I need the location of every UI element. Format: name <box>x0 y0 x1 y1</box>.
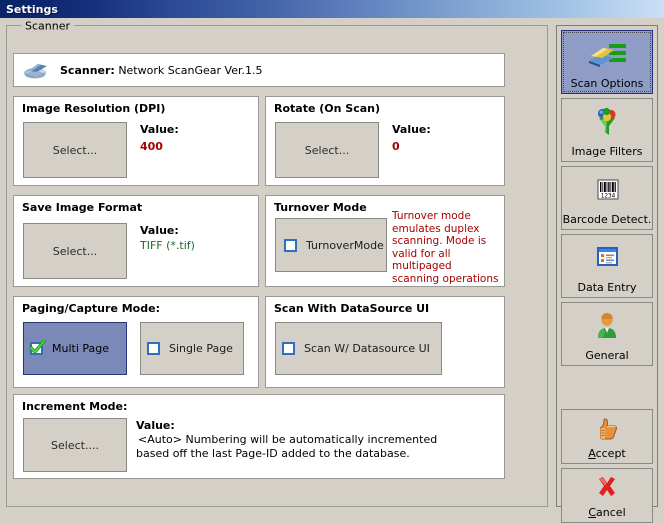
increment-mode-title: Increment Mode: <box>22 400 128 413</box>
paging-mode-option-multi-page[interactable]: Multi Page <box>23 322 127 375</box>
cancel-accel: C <box>588 506 597 519</box>
rotate-on-scan-value: 0 <box>392 140 400 153</box>
cancel-rest: ancel <box>596 506 626 519</box>
scanner-banner-label: Scanner: <box>60 63 115 77</box>
save-image-format-select-button[interactable]: Select... <box>23 223 127 279</box>
accept-button-label: Accept <box>588 447 626 460</box>
scanner-groupbox-legend: Scanner <box>21 19 75 33</box>
scan-with-datasource-ui-title: Scan With DataSource UI <box>274 302 430 315</box>
sidebar-item-image-filters[interactable]: Image Filters <box>561 98 653 162</box>
card-save-image-format: Save Image Format Select... Value: TIFF … <box>13 195 259 287</box>
rotate-on-scan-value-label: Value: <box>392 123 431 136</box>
sidebar-item-data-entry-label: Data Entry <box>577 281 637 294</box>
sidebar-item-scan-options[interactable]: Scan Options <box>561 30 653 94</box>
card-increment-mode: Increment Mode: Select.... Value: <Auto>… <box>13 394 505 479</box>
scanner-icon <box>22 60 50 80</box>
sidebar-item-barcode-detect-label: Barcode Detect. <box>562 213 652 226</box>
sidebar-item-barcode-detect[interactable]: 1234 Barcode Detect. <box>561 166 653 230</box>
sidebar-item-scan-options-label: Scan Options <box>570 77 644 90</box>
scan-options-icon <box>562 31 652 77</box>
scan-with-datasource-ui-checkbox-pad[interactable]: Scan W/ Datasource UI <box>275 322 442 375</box>
scanner-banner-text: Scanner: Network ScanGear Ver.1.5 <box>60 64 262 77</box>
single-page-checkbox[interactable] <box>147 342 160 355</box>
card-turnover-mode: Turnover Mode TurnoverMode Turnover mode… <box>265 195 505 287</box>
scan-with-datasource-ui-checkbox[interactable] <box>282 342 295 355</box>
increment-mode-value-label: Value: <box>136 419 175 432</box>
workspace: Scanner Scanner: Network ScanGear Ver.1.… <box>0 18 664 523</box>
turnover-mode-checkbox[interactable] <box>284 238 297 252</box>
save-image-format-title: Save Image Format <box>22 201 143 214</box>
turnover-mode-checkbox-label: TurnoverMode <box>306 238 384 252</box>
accept-rest: ccept <box>595 447 626 460</box>
accept-accel: A <box>588 447 596 460</box>
window-titlebar: Settings <box>0 0 664 18</box>
turnover-mode-note: Turnover mode emulates duplex scanning. … <box>392 210 499 285</box>
image-resolution-value-label: Value: <box>140 123 179 136</box>
paging-capture-mode-title: Paging/Capture Mode: <box>22 302 160 315</box>
sidebar: Scan Options Image Filters 1234 Barcode … <box>556 25 658 523</box>
sidebar-item-general-label: General <box>585 349 629 362</box>
accept-button[interactable]: Accept <box>561 409 653 464</box>
image-resolution-title: Image Resolution (DPI) <box>22 102 166 115</box>
window-title: Settings <box>6 2 58 16</box>
multi-page-checkbox[interactable] <box>29 340 46 355</box>
paging-mode-option-single-page[interactable]: Single Page <box>140 322 244 375</box>
rotate-on-scan-title: Rotate (On Scan) <box>274 102 381 115</box>
svg-text:1234: 1234 <box>601 193 616 200</box>
form-list-icon <box>562 235 652 281</box>
save-image-format-value: TIFF (*.tif) <box>140 239 195 252</box>
card-scan-with-datasource-ui: Scan With DataSource UI Scan W/ Datasour… <box>265 296 505 388</box>
multi-page-label: Multi Page <box>52 342 110 355</box>
single-page-label: Single Page <box>169 342 233 355</box>
sidebar-item-general[interactable]: General <box>561 302 653 366</box>
scanner-banner-value: Network ScanGear Ver.1.5 <box>118 63 263 77</box>
scan-with-datasource-ui-label: Scan W/ Datasource UI <box>304 342 430 355</box>
save-image-format-value-label: Value: <box>140 224 179 237</box>
turnover-mode-checkbox-pad[interactable]: TurnoverMode <box>275 218 387 272</box>
thumbs-up-icon <box>562 410 652 447</box>
barcode-icon: 1234 <box>562 167 652 213</box>
funnel-icon <box>562 99 652 145</box>
image-resolution-value: 400 <box>140 140 163 153</box>
image-resolution-select-button[interactable]: Select... <box>23 122 127 178</box>
increment-mode-select-button[interactable]: Select.... <box>23 418 127 472</box>
red-x-icon <box>562 469 652 506</box>
user-icon <box>562 303 652 349</box>
scanner-banner: Scanner: Network ScanGear Ver.1.5 <box>13 53 505 87</box>
turnover-mode-title: Turnover Mode <box>274 201 367 214</box>
card-image-resolution: Image Resolution (DPI) Select... Value: … <box>13 96 259 186</box>
cancel-button-label: Cancel <box>588 506 625 519</box>
rotate-on-scan-select-button[interactable]: Select... <box>275 122 379 178</box>
increment-mode-value-line1: <Auto> Numbering will be automatically i… <box>138 433 438 446</box>
sidebar-item-data-entry[interactable]: Data Entry <box>561 234 653 298</box>
card-paging-capture-mode: Paging/Capture Mode: Multi Page Single P… <box>13 296 259 388</box>
card-rotate-on-scan: Rotate (On Scan) Select... Value: 0 <box>265 96 505 186</box>
sidebar-item-image-filters-label: Image Filters <box>571 145 643 158</box>
increment-mode-value-line2: based off the last Page-ID added to the … <box>136 447 410 460</box>
